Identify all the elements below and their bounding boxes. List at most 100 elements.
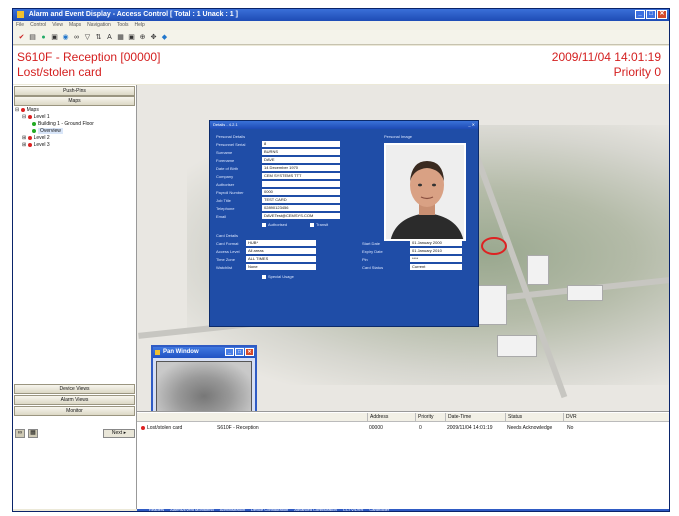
module-taskbar: Readers Alarms/Event Monitoring Administ… <box>137 507 669 511</box>
refresh-icon[interactable]: ◉ <box>61 33 70 42</box>
alarm-row[interactable]: Lost/stolen card S610F - Reception 00000… <box>137 424 669 432</box>
tree-item-level-2[interactable]: ⊞ Level 2 <box>15 135 94 142</box>
pan-window-icon <box>155 350 160 355</box>
text-icon[interactable]: A <box>105 33 114 42</box>
field-date-of-birth: Date of Birth 14 December 1970 <box>216 165 340 171</box>
next-button[interactable]: Next ▸ <box>103 429 135 438</box>
column-date-time[interactable]: Date-Time <box>445 413 471 422</box>
alarm-list-header: Address Priority Date-Time Status DVR <box>137 413 669 422</box>
app-icon <box>17 10 24 18</box>
menu-maps[interactable]: Maps <box>69 21 81 30</box>
checkbox-icon <box>310 222 314 227</box>
window-title: Alarm and Event Display - Access Control… <box>28 11 238 18</box>
menu-navigation[interactable]: Navigation <box>87 21 111 30</box>
status-dot <box>32 121 36 126</box>
find-icon[interactable]: ▦ <box>28 429 38 438</box>
maximize-button[interactable]: □ <box>646 10 656 19</box>
alarm-source-cell: S610F - Reception <box>217 425 259 431</box>
taskbar-cctv[interactable]: CCTV/DVR <box>343 507 363 511</box>
taskbar-advanced-configuration[interactable]: Advanced Configuration <box>294 507 337 511</box>
field-telephone: Telephone 02890123456 <box>216 205 340 211</box>
map-building <box>527 255 549 285</box>
taskbar-device-configuration[interactable]: Device Configuration <box>251 507 288 511</box>
checkbox-icon <box>262 274 266 279</box>
pan-icon[interactable]: ✥ <box>149 33 158 42</box>
lock-icon[interactable]: ▣ <box>50 33 59 42</box>
binoculars-icon[interactable]: ∞ <box>72 33 81 42</box>
pushpins-button[interactable]: Push-Pins <box>14 86 135 96</box>
funnel-icon[interactable]: ▽ <box>83 33 92 42</box>
tree-item-level-1[interactable]: ⊟ Level 1 <box>15 114 94 121</box>
sort-icon[interactable]: ⇅ <box>94 33 103 42</box>
status-dot <box>27 114 32 119</box>
column-priority[interactable]: Priority <box>415 413 434 422</box>
maps-button[interactable]: Maps <box>14 96 135 106</box>
binoculars-icon[interactable]: ∞ <box>15 429 25 438</box>
status-dot <box>27 135 32 140</box>
field-time-zone: Time Zone ALL TIMES <box>216 256 316 262</box>
transit-checkbox[interactable]: Transit <box>310 222 328 227</box>
alarm-status-cell: Needs Acknowledge <box>507 425 553 431</box>
menu-file[interactable]: File <box>16 21 24 30</box>
taskbar-alarms[interactable]: Alarms/Event Monitoring <box>170 507 214 511</box>
nav-icon[interactable]: ◆ <box>160 33 169 42</box>
pan-maximize-button[interactable]: □ <box>235 348 244 356</box>
field-forename: Forename DAVE <box>216 157 340 163</box>
dialog-close-icon[interactable]: _ ✕ <box>468 121 475 129</box>
application-window: Alarm and Event Display - Access Control… <box>12 8 670 512</box>
field-company: Company CEM SYSTEMS TTT <box>216 173 340 179</box>
print-icon[interactable]: ▤ <box>28 33 37 42</box>
menu-view[interactable]: View <box>52 21 63 30</box>
taskbar-administration[interactable]: Administration <box>220 507 245 511</box>
alarm-address-cell: 00000 <box>369 425 383 431</box>
navigation-row: ∞ ▦ Next ▸ <box>15 428 135 439</box>
device-views-button[interactable]: Device Views <box>14 384 135 394</box>
taskbar-readers[interactable]: Readers <box>149 507 164 511</box>
tree-item-maps[interactable]: ⊟ Maps <box>15 107 94 114</box>
field-card-format: Card Format HUB* <box>216 240 316 246</box>
tree-item-overview[interactable]: Overview <box>15 128 94 135</box>
checkbox-icon <box>262 222 266 227</box>
pan-close-button[interactable]: ✕ <box>245 348 254 356</box>
map-building <box>567 285 603 301</box>
menu-tools[interactable]: Tools <box>117 21 129 30</box>
field-watchlist: Watchlist None <box>216 264 316 270</box>
zoom-icon[interactable]: ⊕ <box>138 33 147 42</box>
pan-window-title-bar: Pan Window _ □ ✕ <box>153 347 255 358</box>
alarm-dvr-cell: No <box>567 425 574 431</box>
left-panel: Push-Pins Maps ⊟ Maps ⊟ Level 1 Building… <box>13 85 137 509</box>
monitor-button[interactable]: Monitor <box>14 406 135 416</box>
view-icon[interactable]: ▣ <box>127 33 136 42</box>
authorised-checkbox[interactable]: Authorised <box>262 222 287 227</box>
grid-icon[interactable]: ▦ <box>116 33 125 42</box>
column-address[interactable]: Address <box>367 413 388 422</box>
field-pin: Pin **** <box>362 256 462 262</box>
cardholder-details-dialog: Details - 4.2.1 _ ✕ Personal Details Per… <box>209 120 479 327</box>
menu-control[interactable]: Control <box>30 21 46 30</box>
alarm-description-cell: Lost/stolen card <box>141 424 182 432</box>
alarm-description: Lost/stolen card <box>17 65 102 79</box>
map-building <box>497 335 537 357</box>
status-dot <box>27 142 32 147</box>
alarm-zone-marker[interactable] <box>481 237 507 255</box>
tree-item-level-3[interactable]: ⊞ Level 3 <box>15 142 94 149</box>
menu-help[interactable]: Help <box>135 21 145 30</box>
alarm-views-button[interactable]: Alarm Views <box>14 395 135 405</box>
pan-minimize-button[interactable]: _ <box>225 348 234 356</box>
status-dot <box>32 128 36 133</box>
special-usage-checkbox[interactable]: Special Usage <box>262 274 294 279</box>
field-payroll-number: Payroll Number 0000 <box>216 189 340 195</box>
minimize-button[interactable]: _ <box>635 10 645 19</box>
close-button[interactable]: ✕ <box>657 10 667 19</box>
map-tree: ⊟ Maps ⊟ Level 1 Building 1 - Ground Flo… <box>15 107 94 149</box>
column-dvr[interactable]: DVR <box>563 413 577 422</box>
status-dot <box>20 107 25 112</box>
acknowledge-icon[interactable]: ✔ <box>17 33 26 42</box>
tree-item-building-1[interactable]: Building 1 - Ground Floor <box>15 121 94 128</box>
field-start-date: Start Date 01 January 2000 <box>362 240 462 246</box>
field-email: Email DAVETest@CEMSYS.COM <box>216 213 340 219</box>
taskbar-cardholder[interactable]: Cardholder <box>369 507 389 511</box>
filter-icon[interactable]: ● <box>39 33 48 42</box>
field-job-title: Job Title TEST CARD <box>216 197 340 203</box>
column-status[interactable]: Status <box>505 413 522 422</box>
